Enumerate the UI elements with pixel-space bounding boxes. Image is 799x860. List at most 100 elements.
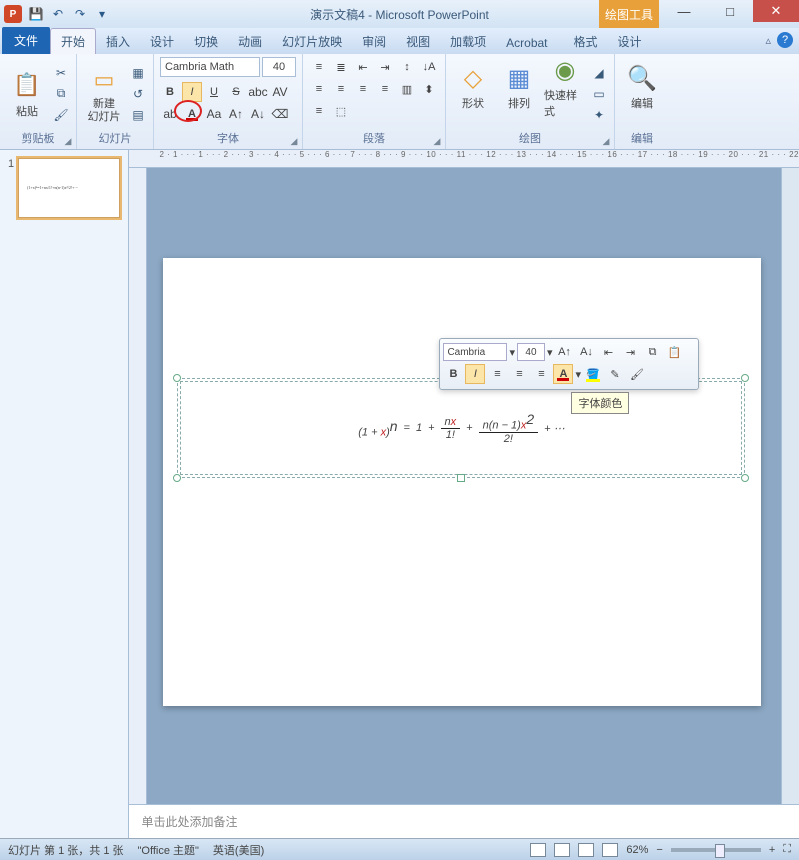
text-direction-button[interactable]: ↓A [419,57,439,77]
tab-design2[interactable]: 设计 [608,29,652,54]
reset-icon[interactable]: ↺ [129,85,147,103]
mini-paste-icon[interactable]: 📋 [665,342,685,362]
ribbon-collapse-icon[interactable]: ▵ [765,34,771,47]
slide-canvas[interactable]: ▾ ▾ A↑ A↓ ⇤ ⇥ ⧉ 📋 B I [147,168,781,804]
align-center-button[interactable]: ≡ [331,79,351,99]
thumbnail-preview[interactable]: (1+x)ⁿ=1+nx/1!+n(n-1)x²/2!+⋯ [18,158,120,218]
reading-view-icon[interactable] [578,843,594,857]
tab-design[interactable]: 设计 [140,29,184,54]
undo-icon[interactable]: ↶ [50,6,66,22]
find-button[interactable]: 🔍编辑 [621,57,663,117]
help-icon[interactable]: ? [777,32,793,48]
mini-increase-indent[interactable]: ⇥ [621,342,641,362]
align-left-button[interactable]: ≡ [309,79,329,99]
mini-italic[interactable]: I [465,364,485,384]
notes-pane[interactable]: 单击此处添加备注 [129,804,799,838]
mini-size-dropdown-icon[interactable]: ▾ [547,346,553,359]
change-case-button[interactable]: Aa [204,104,224,124]
mini-outline[interactable]: ✎ [605,364,625,384]
shrink-font-button[interactable]: A↓ [248,104,268,124]
normal-view-icon[interactable] [530,843,546,857]
new-slide-button[interactable]: ▭ 新建 幻灯片 [83,57,125,130]
underline-button[interactable]: U [204,82,224,102]
distribute-button[interactable]: ≡ [309,101,329,121]
arrange-button[interactable]: ▦排列 [498,57,540,117]
mini-format-painter[interactable]: 🖌 [627,364,647,384]
tab-review[interactable]: 审阅 [352,29,396,54]
mini-shrink-font[interactable]: A↓ [577,342,597,362]
mini-decrease-indent[interactable]: ⇤ [599,342,619,362]
vertical-ruler[interactable] [129,168,147,804]
sorter-view-icon[interactable] [554,843,570,857]
align-text-button[interactable]: ⬍ [419,79,439,99]
highlight-button[interactable]: ab [160,104,180,124]
strike-button[interactable]: S [226,82,246,102]
shape-effects-icon[interactable]: ✦ [590,106,608,124]
mini-copy-icon[interactable]: ⧉ [643,342,663,362]
bold-button[interactable]: B [160,82,180,102]
save-icon[interactable]: 💾 [28,6,44,22]
maximize-button[interactable]: □ [707,0,753,22]
clear-format-button[interactable]: ⌫ [270,104,290,124]
slide[interactable]: ▾ ▾ A↑ A↓ ⇤ ⇥ ⧉ 📋 B I [163,258,761,706]
app-icon[interactable]: P [4,5,22,23]
layout-icon[interactable]: ▦ [129,64,147,82]
italic-button[interactable]: I [182,82,202,102]
quick-styles-button[interactable]: ◉快速样式 [544,57,586,117]
char-spacing-button[interactable]: AV [270,82,290,102]
font-color-button[interactable]: A [182,104,202,124]
slide-thumbnails-panel[interactable]: 1 (1+x)ⁿ=1+nx/1!+n(n-1)x²/2!+⋯ [0,150,129,838]
format-painter-icon[interactable]: 🖌 [52,106,70,124]
close-button[interactable]: ✕ [753,0,799,22]
font-name-input[interactable] [160,57,260,77]
align-right-button[interactable]: ≡ [353,79,373,99]
clipboard-launcher-icon[interactable]: ◢ [62,135,74,147]
tab-view[interactable]: 视图 [396,29,440,54]
qat-more-icon[interactable]: ▾ [94,6,110,22]
section-icon[interactable]: ▤ [129,106,147,124]
columns-button[interactable]: ▥ [397,79,417,99]
resize-handle-ne[interactable] [741,374,749,382]
equation-textbox[interactable]: (1 + x)n =1+ nx1! + n(n − 1)x22! + ⋯ [177,378,745,478]
minimize-button[interactable]: — [661,0,707,22]
shape-outline-icon[interactable]: ▭ [590,85,608,103]
vertical-scrollbar[interactable] [781,168,799,804]
cut-icon[interactable]: ✂ [52,64,70,82]
bullets-button[interactable]: ≡ [309,57,329,77]
horizontal-ruler[interactable]: 2 · 1 · · · 1 · · · 2 · · · 3 · · · 4 · … [129,150,799,168]
convert-smartart-button[interactable]: ⬚ [331,101,351,121]
tab-file[interactable]: 文件 [2,27,50,54]
fit-window-icon[interactable]: ⛶ [783,843,791,856]
mini-font-color-dropdown-icon[interactable]: ▾ [575,368,581,381]
decrease-indent-button[interactable]: ⇤ [353,57,373,77]
tab-animations[interactable]: 动画 [228,29,272,54]
tab-addins[interactable]: 加载项 [440,29,496,54]
drawing-launcher-icon[interactable]: ◢ [600,135,612,147]
increase-indent-button[interactable]: ⇥ [375,57,395,77]
line-spacing-button[interactable]: ↕ [397,57,417,77]
font-size-input[interactable] [262,57,296,77]
mini-grow-font[interactable]: A↑ [555,342,575,362]
tab-format[interactable]: 格式 [564,29,608,54]
shadow-button[interactable]: abc [248,82,268,102]
copy-icon[interactable]: ⧉ [52,85,70,103]
thumbnail-item[interactable]: 1 (1+x)ⁿ=1+nx/1!+n(n-1)x²/2!+⋯ [8,158,120,218]
tab-slideshow[interactable]: 幻灯片放映 [272,29,352,54]
paste-button[interactable]: 📋 粘贴 [6,57,48,130]
resize-handle-s[interactable] [457,474,465,482]
shape-fill-icon[interactable]: ◢ [590,64,608,82]
grow-font-button[interactable]: A↑ [226,104,246,124]
mini-font-size[interactable] [517,343,545,361]
mini-font-name[interactable] [443,343,507,361]
mini-highlight[interactable]: 🪣 [583,364,603,384]
font-launcher-icon[interactable]: ◢ [288,135,300,147]
equation-content[interactable]: (1 + x)n =1+ nx1! + n(n − 1)x22! + ⋯ [178,379,744,477]
mini-font-color[interactable]: A [553,364,573,384]
resize-handle-sw[interactable] [173,474,181,482]
tab-home[interactable]: 开始 [50,28,96,54]
shapes-button[interactable]: ◇形状 [452,57,494,117]
zoom-in-icon[interactable]: + [769,844,775,856]
zoom-level[interactable]: 62% [626,844,648,856]
mini-align-left[interactable]: ≡ [487,364,507,384]
status-language[interactable]: 英语(美国) [213,842,264,858]
